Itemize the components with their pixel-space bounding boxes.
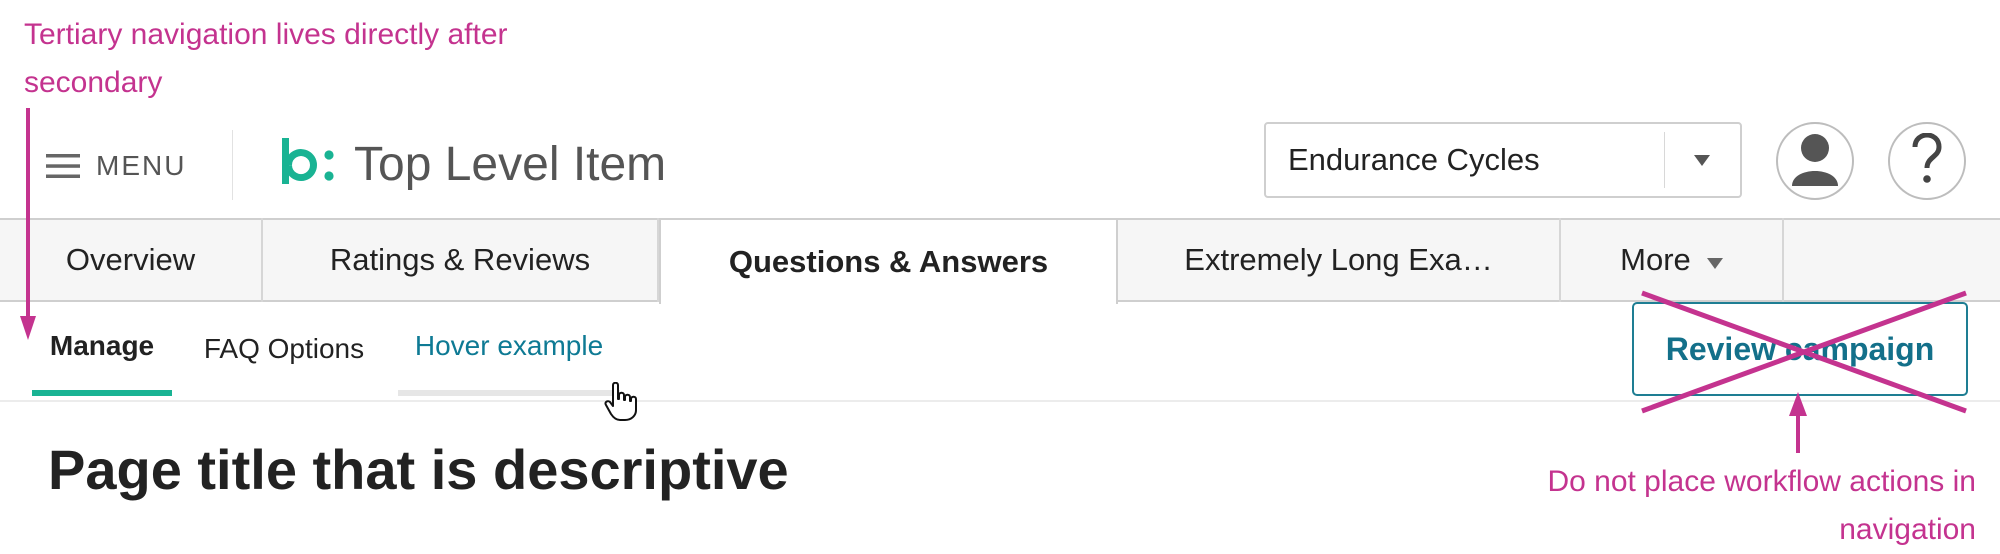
tab-label: Questions & Answers: [728, 244, 1049, 279]
subtab-faq-options[interactable]: FAQ Options: [190, 302, 378, 396]
tab-overview[interactable]: Overview: [0, 218, 263, 302]
subtab-hover-example[interactable]: Hover example: [398, 302, 620, 396]
user-icon: [1788, 130, 1842, 193]
review-campaign-button[interactable]: Review campaign: [1632, 302, 1968, 396]
subtab-label: Hover example: [414, 330, 604, 361]
help-icon: [1907, 132, 1947, 190]
hand-pointer-cursor-icon: [604, 381, 638, 427]
workflow-annotation: Do not place workflow actions in navigat…: [1547, 465, 1976, 546]
bazaarvoice-logo: [280, 137, 336, 191]
page-title: Page title that is descriptive: [48, 438, 789, 501]
tab-questions-answers[interactable]: Questions & Answers: [659, 218, 1118, 304]
app-title: Top Level Item: [354, 137, 667, 191]
top-bar: MENU Top Level Item Endurance Cycles: [0, 110, 2000, 218]
help-button[interactable]: [1888, 122, 1966, 200]
subtab-manage[interactable]: Manage: [32, 302, 172, 396]
menu-button[interactable]: MENU: [46, 146, 186, 186]
tab-label: Overview: [65, 242, 196, 277]
tab-label: Ratings & Reviews: [329, 242, 591, 277]
chevron-down-icon[interactable]: [1694, 154, 1710, 172]
subtab-label: FAQ Options: [203, 333, 365, 364]
tab-more[interactable]: More: [1561, 218, 1784, 302]
hamburger-icon: [46, 153, 80, 179]
selector-separator: [1664, 132, 1665, 188]
menu-label: MENU: [96, 150, 187, 181]
user-account-button[interactable]: [1776, 122, 1854, 200]
primary-nav: Overview Ratings & Reviews Questions & A…: [0, 218, 2000, 304]
header-divider: [232, 130, 233, 200]
tab-label: More: [1620, 242, 1691, 277]
review-campaign-label: Review campaign: [1665, 330, 1935, 367]
subtab-label: Manage: [49, 330, 155, 361]
client-selector[interactable]: Endurance Cycles: [1264, 122, 1742, 198]
tab-ratings-reviews[interactable]: Ratings & Reviews: [263, 218, 659, 302]
tab-label: Extremely Long Exa…: [1184, 242, 1493, 277]
chevron-down-icon: [1706, 242, 1723, 278]
client-selector-value: Endurance Cycles: [1288, 142, 1540, 177]
brand[interactable]: Top Level Item: [280, 134, 666, 194]
tertiary-nav-annotation: Tertiary navigation lives directly after…: [24, 18, 508, 99]
tab-extremely-long-example[interactable]: Extremely Long Exa…: [1118, 218, 1561, 302]
